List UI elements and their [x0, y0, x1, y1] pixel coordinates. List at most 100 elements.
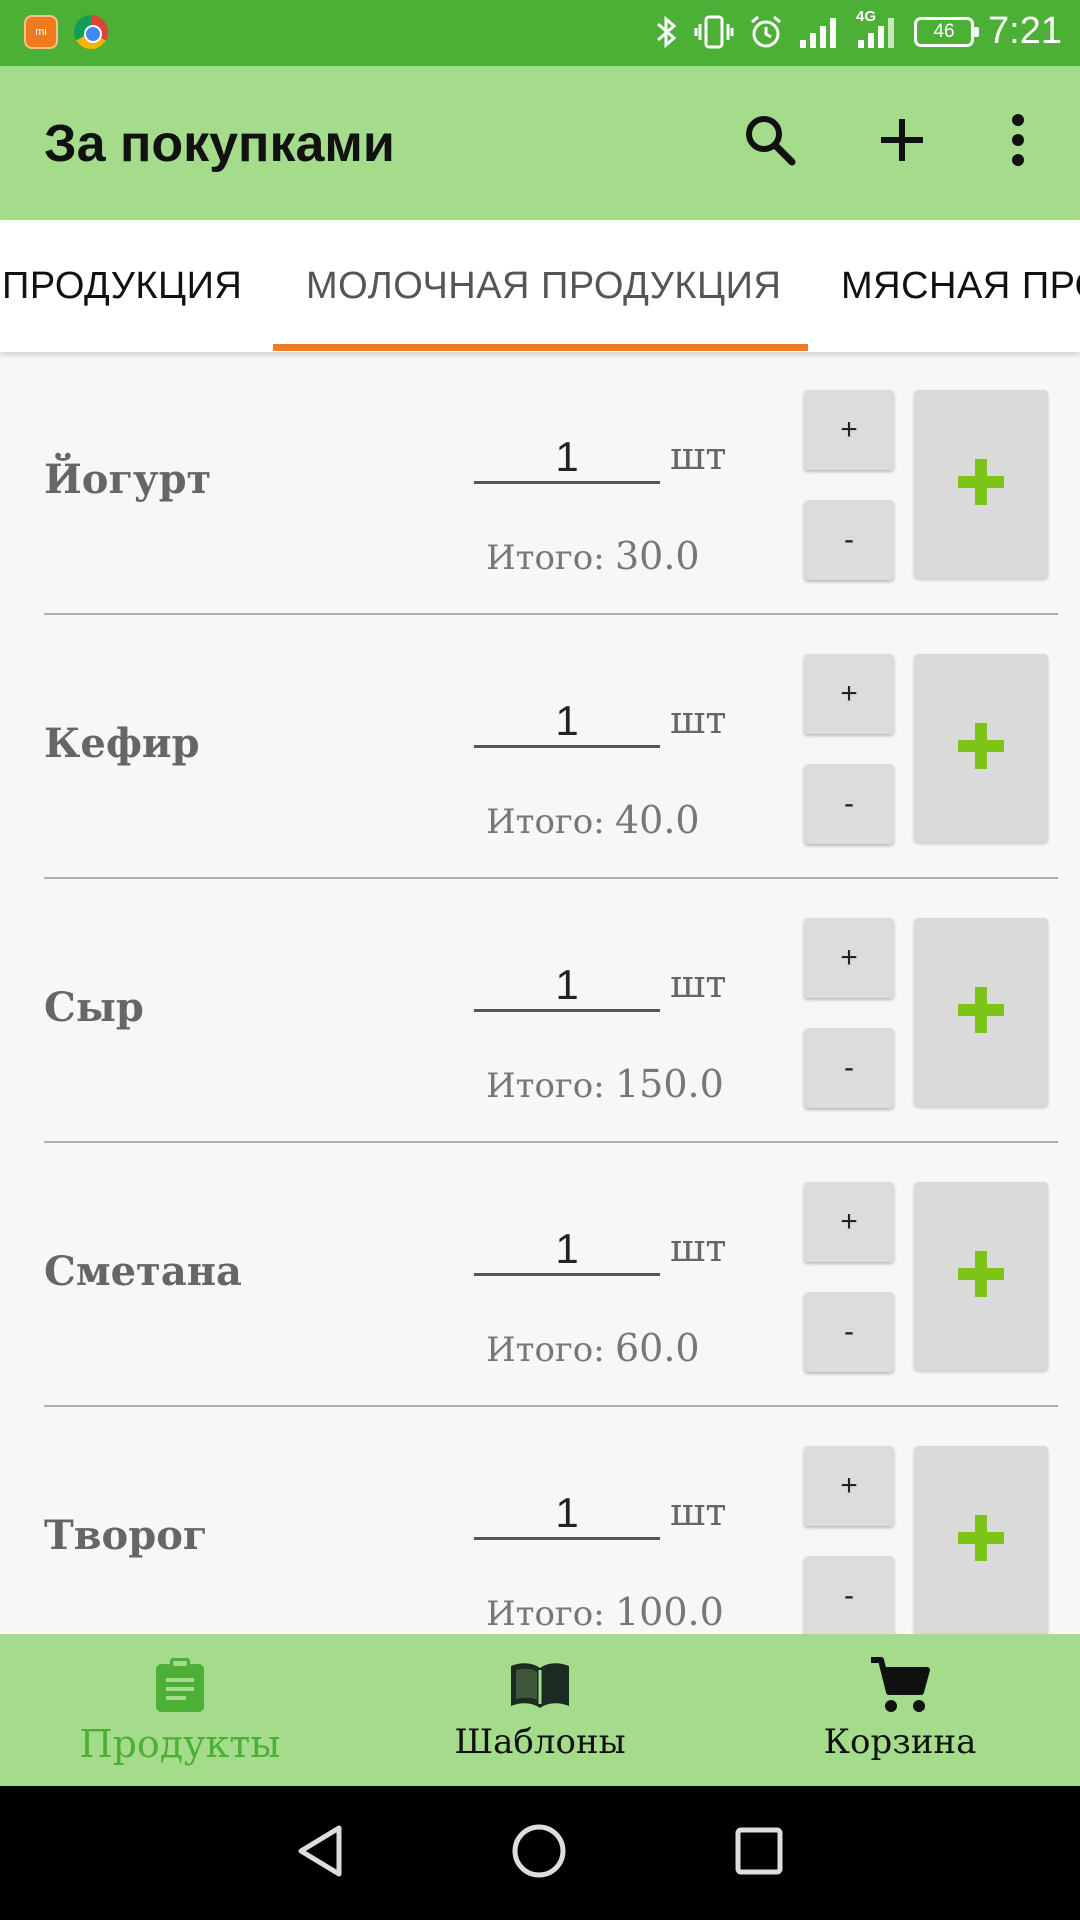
total-value: 100.0 — [615, 1590, 724, 1634]
green-plus-icon — [954, 719, 1008, 777]
tab-label: МЯСНАЯ ПРО — [841, 264, 1080, 307]
product-row: Творог шт Итого: 100.0 + - — [0, 1408, 1080, 1634]
system-indicators: 4G 46 7:21 — [654, 8, 1062, 53]
decrement-button[interactable]: - — [804, 764, 894, 844]
quantity-input[interactable] — [474, 1488, 660, 1540]
clock: 7:21 — [988, 10, 1062, 52]
decrement-button[interactable]: - — [804, 1556, 894, 1634]
quantity-input[interactable] — [474, 960, 660, 1012]
recents-icon — [734, 1826, 784, 1880]
total-value: 150.0 — [615, 1062, 724, 1106]
total-label: Итого: — [486, 538, 605, 578]
alarm-icon — [748, 14, 784, 50]
system-navigation-bar — [0, 1786, 1080, 1920]
add-to-cart-button[interactable] — [914, 918, 1048, 1106]
status-bar: mi 4G 46 7:21 — [0, 0, 1080, 66]
category-tabs: ПРОДУКЦИЯ МОЛОЧНАЯ ПРОДУКЦИЯ МЯСНАЯ ПРО — [0, 220, 1080, 352]
increment-button[interactable]: + — [804, 918, 894, 998]
unit-label: шт — [670, 434, 727, 478]
vibrate-icon — [694, 14, 734, 50]
total-label: Итого: — [486, 802, 605, 842]
product-name: Сметана — [44, 1248, 242, 1295]
product-name: Йогурт — [44, 456, 212, 503]
app-title: За покупками — [44, 115, 395, 173]
quantity-input[interactable] — [474, 696, 660, 748]
green-plus-icon — [954, 1247, 1008, 1305]
back-icon — [295, 1824, 345, 1882]
product-row: Сыр шт Итого: 150.0 + - — [0, 880, 1080, 1144]
battery-level: 46 — [933, 20, 955, 42]
signal-icon — [798, 14, 842, 50]
divider — [44, 877, 1058, 879]
add-to-cart-button[interactable] — [914, 390, 1048, 578]
unit-label: шт — [670, 698, 727, 742]
product-row: Йогурт шт Итого: 30.0 + - — [0, 352, 1080, 616]
search-button[interactable] — [734, 106, 806, 178]
unit-label: шт — [670, 1226, 727, 1270]
nav-templates[interactable]: Шаблоны — [360, 1634, 720, 1786]
green-plus-icon — [954, 455, 1008, 513]
divider — [44, 613, 1058, 615]
product-list: Йогурт шт Итого: 30.0 + - Кефир шт Итого… — [0, 352, 1080, 1634]
green-plus-icon — [954, 983, 1008, 1041]
green-plus-icon — [954, 1511, 1008, 1569]
clipboard-icon — [154, 1654, 206, 1716]
more-vert-icon — [1008, 112, 1028, 172]
home-button[interactable] — [504, 1818, 574, 1888]
nav-label: Продукты — [79, 1722, 281, 1766]
total-value: 60.0 — [615, 1326, 700, 1370]
quantity-input[interactable] — [474, 1224, 660, 1276]
tab-dairy[interactable]: МОЛОЧНАЯ ПРОДУКЦИЯ — [306, 220, 781, 352]
unit-label: шт — [670, 962, 727, 1006]
nav-label: Корзина — [823, 1722, 977, 1762]
divider — [44, 1405, 1058, 1407]
mi-app-icon: mi — [24, 15, 58, 49]
increment-button[interactable]: + — [804, 1446, 894, 1526]
nav-products[interactable]: Продукты — [0, 1634, 360, 1786]
decrement-button[interactable]: - — [804, 500, 894, 580]
search-icon — [742, 112, 798, 172]
mi-icon-text: mi — [35, 26, 47, 38]
add-icon — [877, 115, 927, 169]
overflow-menu-button[interactable] — [982, 106, 1054, 178]
signal-4g-icon: 4G — [856, 8, 900, 50]
app-bar: За покупками — [0, 66, 1080, 220]
add-product-button[interactable] — [866, 106, 938, 178]
product-name: Кефир — [44, 720, 200, 767]
home-icon — [511, 1823, 567, 1883]
bottom-navigation: Продукты Шаблоны Корзина — [0, 1634, 1080, 1786]
tab-products[interactable]: ПРОДУКЦИЯ — [2, 220, 242, 352]
total-value: 40.0 — [615, 798, 700, 842]
back-button[interactable] — [285, 1818, 355, 1888]
book-icon — [508, 1654, 572, 1716]
network-type: 4G — [856, 7, 877, 25]
total-value: 30.0 — [615, 534, 700, 578]
total-label: Итого: — [486, 1330, 605, 1370]
tab-label: МОЛОЧНАЯ ПРОДУКЦИЯ — [306, 264, 782, 307]
battery-icon: 46 — [914, 16, 980, 47]
increment-button[interactable]: + — [804, 390, 894, 470]
decrement-button[interactable]: - — [804, 1292, 894, 1372]
increment-button[interactable]: + — [804, 654, 894, 734]
increment-button[interactable]: + — [804, 1182, 894, 1262]
notification-icons: mi — [24, 15, 108, 49]
add-to-cart-button[interactable] — [914, 1182, 1048, 1370]
add-to-cart-button[interactable] — [914, 1446, 1048, 1634]
product-row: Кефир шт Итого: 40.0 + - — [0, 616, 1080, 880]
nav-cart[interactable]: Корзина — [720, 1634, 1080, 1786]
recents-button[interactable] — [724, 1818, 794, 1888]
tab-label: ПРОДУКЦИЯ — [2, 264, 243, 307]
active-tab-indicator — [273, 344, 808, 351]
unit-label: шт — [670, 1490, 727, 1534]
product-name: Сыр — [44, 984, 144, 1031]
tab-meat[interactable]: МЯСНАЯ ПРО — [841, 220, 1080, 352]
quantity-input[interactable] — [474, 432, 660, 484]
divider — [44, 1141, 1058, 1143]
product-row: Сметана шт Итого: 60.0 + - — [0, 1144, 1080, 1408]
nav-label: Шаблоны — [454, 1722, 626, 1762]
bluetooth-icon — [654, 14, 680, 50]
add-to-cart-button[interactable] — [914, 654, 1048, 842]
decrement-button[interactable]: - — [804, 1028, 894, 1108]
total-label: Итого: — [486, 1066, 605, 1106]
total-label: Итого: — [486, 1594, 605, 1634]
